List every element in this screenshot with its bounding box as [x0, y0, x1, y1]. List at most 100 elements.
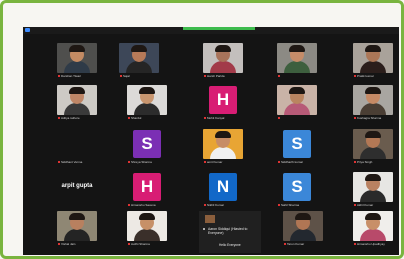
meeting-info-icon[interactable] — [25, 28, 30, 32]
muted-mic-icon — [58, 161, 60, 164]
participant-hair — [69, 87, 85, 94]
participant-tile[interactable]: N Nikhil Kumar — [203, 172, 243, 208]
participant-hair — [295, 213, 311, 220]
participant-tile[interactable]: Kushagra Sharma — [353, 85, 393, 121]
participant-hair — [69, 45, 85, 52]
participant-name: Pratik kumar — [357, 74, 374, 78]
participant-name-label: amit Kumar — [204, 159, 242, 165]
participant-name-label: Himanshu Upadhyay — [354, 241, 392, 247]
participant-tile[interactable]: Darshan Tiwari — [57, 43, 97, 79]
muted-mic-icon — [278, 204, 280, 207]
participant-tile[interactable]: S Shreya Sharma — [127, 129, 167, 165]
participant-tile[interactable]: Shardul — [127, 85, 167, 121]
participant-avatar: S — [283, 173, 311, 201]
participant-hair — [289, 87, 305, 94]
participant-name-label: Avdhi Sharma — [128, 241, 166, 247]
participant-name: Aditya rathore — [61, 116, 80, 120]
participant-name: Mohit Kanyal — [207, 116, 225, 120]
participant-name: Tarun Kumar — [287, 242, 305, 246]
participant-tile[interactable]: Sajal — [119, 43, 159, 79]
participant-tile[interactable] — [277, 43, 317, 79]
muted-mic-icon — [204, 204, 206, 207]
participant-body — [360, 229, 386, 241]
muted-mic-icon — [354, 204, 356, 207]
participant-name-label — [278, 115, 316, 121]
participant-video — [127, 211, 167, 241]
participant-name: Siddhant Verma — [61, 160, 83, 164]
participant-hair — [215, 45, 231, 52]
muted-mic-icon — [204, 161, 206, 164]
participant-name-label: Aditya rathore — [58, 115, 96, 121]
participant-body — [360, 61, 386, 73]
participant-tile[interactable]: Siddhant Verma — [57, 129, 97, 165]
participant-video — [353, 43, 393, 73]
participant-name: Shardul — [131, 116, 142, 120]
chat-preview-text[interactable]: Hello Everyone — [219, 243, 249, 247]
participant-name: Vishal Jain — [61, 242, 76, 246]
participant-hair — [139, 87, 155, 94]
participant-display-name: arpit gupta — [61, 183, 93, 189]
chat-sender-photo — [205, 215, 215, 223]
participant-name-label: Mohit Kanyal — [204, 115, 242, 121]
chat-message: Aaron Siddiqui (Hlasted to Everyone) — [208, 227, 248, 235]
participant-tile[interactable]: Akhil Kumar — [353, 172, 393, 208]
participant-tile[interactable]: Himanshu Upadhyay — [353, 211, 393, 247]
participant-tile[interactable]: Priya Singh — [353, 129, 393, 165]
participant-hair — [69, 213, 85, 220]
participant-tile[interactable] — [277, 85, 317, 121]
participant-tile[interactable]: Vishal Jain — [57, 211, 97, 247]
muted-mic-icon — [128, 161, 130, 164]
participant-body — [360, 147, 386, 159]
participant-name-label: Pratik kumar — [354, 73, 392, 79]
participant-body — [134, 103, 160, 115]
participant-name: Sahil Sharma — [281, 203, 300, 207]
participant-tile[interactable]: H Mohit Kanyal — [203, 85, 243, 121]
meeting-status-indicator — [183, 27, 255, 30]
participant-name-label: Kushagra Sharma — [354, 115, 392, 121]
participant-name: Priya Singh — [357, 160, 373, 164]
participant-tile[interactable]: Tarun Kumar — [283, 211, 323, 247]
participant-name-label: Shreya Sharma — [128, 159, 166, 165]
participant-hair — [215, 131, 231, 138]
participant-tile[interactable]: H Himanshu Saxena — [127, 172, 167, 208]
participant-tile[interactable]: arpit gupta — [57, 172, 97, 208]
screenshot-frame: Aaron Siddiqui (Hlasted to Everyone) Hel… — [0, 0, 404, 259]
participant-avatar: H — [209, 86, 237, 114]
participant-hair — [131, 45, 147, 52]
participant-name-label: Nikhil Kumar — [204, 202, 242, 208]
participant-hair — [365, 45, 381, 52]
muted-mic-icon — [128, 117, 130, 120]
participant-name-label: Priya Singh — [354, 159, 392, 165]
participant-video — [353, 211, 393, 241]
participant-avatar: N — [209, 173, 237, 201]
participant-tile[interactable]: S Sahil Sharma — [277, 172, 317, 208]
participant-name-label: Harsh Parida — [204, 73, 242, 79]
muted-mic-icon — [354, 243, 356, 246]
participant-name: Sajal — [123, 74, 130, 78]
participant-name-label: Sajal — [120, 73, 158, 79]
muted-mic-icon — [204, 75, 206, 78]
muted-mic-icon — [128, 204, 130, 207]
participant-tile[interactable]: Aditya rathore — [57, 85, 97, 121]
participant-body — [360, 190, 386, 202]
muted-mic-icon — [128, 243, 130, 246]
participant-tile[interactable]: Avdhi Sharma — [127, 211, 167, 247]
participant-hair — [365, 131, 381, 138]
participant-name: Siddharth kumar — [281, 160, 304, 164]
participant-video — [203, 43, 243, 73]
participant-name: Darshan Tiwari — [61, 74, 82, 78]
muted-mic-icon — [58, 243, 60, 246]
muted-mic-icon — [278, 75, 280, 78]
participant-tile[interactable]: Pratik kumar — [353, 43, 393, 79]
participant-avatar: H — [133, 173, 161, 201]
chat-bullet-icon — [203, 228, 205, 230]
chat-popup[interactable]: Aaron Siddiqui (Hlasted to Everyone) Hel… — [199, 211, 261, 253]
participant-tile[interactable]: Harsh Parida — [203, 43, 243, 79]
muted-mic-icon — [284, 243, 286, 246]
participant-tile[interactable]: S Siddharth kumar — [277, 129, 317, 165]
participant-body — [284, 61, 310, 73]
participant-hair — [365, 174, 381, 181]
participant-body — [134, 229, 160, 241]
participant-tile[interactable]: amit Kumar — [203, 129, 243, 165]
muted-mic-icon — [278, 117, 280, 120]
